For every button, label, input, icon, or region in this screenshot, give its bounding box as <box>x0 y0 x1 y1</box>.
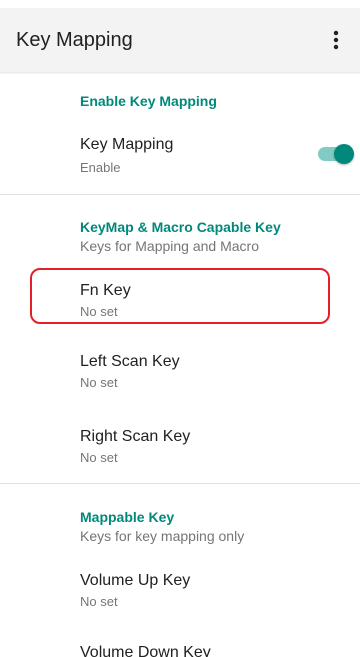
category-keymap-macro-subtitle: Keys for Mapping and Macro <box>80 238 259 254</box>
right-scan-key-title: Right Scan Key <box>80 428 191 445</box>
left-scan-key-title: Left Scan Key <box>80 353 180 370</box>
key-mapping-switch[interactable] <box>316 142 356 166</box>
switch-thumb <box>334 144 354 164</box>
right-scan-key-preference[interactable]: Right Scan Key No set <box>0 416 360 472</box>
app-bar: Key Mapping <box>0 8 360 72</box>
category-enable-key-mapping: Enable Key Mapping <box>80 93 217 109</box>
volume-up-key-title: Volume Up Key <box>80 572 191 589</box>
volume-down-key-title: Volume Down Key <box>80 644 211 657</box>
volume-down-key-preference[interactable]: Volume Down Key <box>0 632 360 657</box>
category-mappable-key: Mappable Key <box>80 509 175 525</box>
more-vert-icon <box>333 30 339 50</box>
section-divider <box>0 483 360 484</box>
volume-up-key-preference[interactable]: Volume Up Key No set <box>0 560 360 616</box>
right-scan-key-summary: No set <box>80 450 118 465</box>
highlight-annotation <box>30 268 330 324</box>
volume-up-key-summary: No set <box>80 594 118 609</box>
left-scan-key-summary: No set <box>80 375 118 390</box>
overflow-menu-button[interactable] <box>316 20 356 60</box>
category-mappable-key-subtitle: Keys for key mapping only <box>80 528 245 544</box>
status-bar-area <box>0 0 360 8</box>
category-keymap-macro: KeyMap & Macro Capable Key <box>80 219 281 235</box>
left-scan-key-preference[interactable]: Left Scan Key No set <box>0 341 360 397</box>
page-title: Key Mapping <box>16 29 133 51</box>
key-mapping-title: Key Mapping <box>80 136 174 153</box>
section-divider <box>0 194 360 195</box>
key-mapping-preference[interactable]: Key Mapping Enable <box>0 126 360 186</box>
settings-screen: Key Mapping Enable Key Mapping Key Mappi… <box>0 0 360 657</box>
key-mapping-summary: Enable <box>80 160 121 175</box>
